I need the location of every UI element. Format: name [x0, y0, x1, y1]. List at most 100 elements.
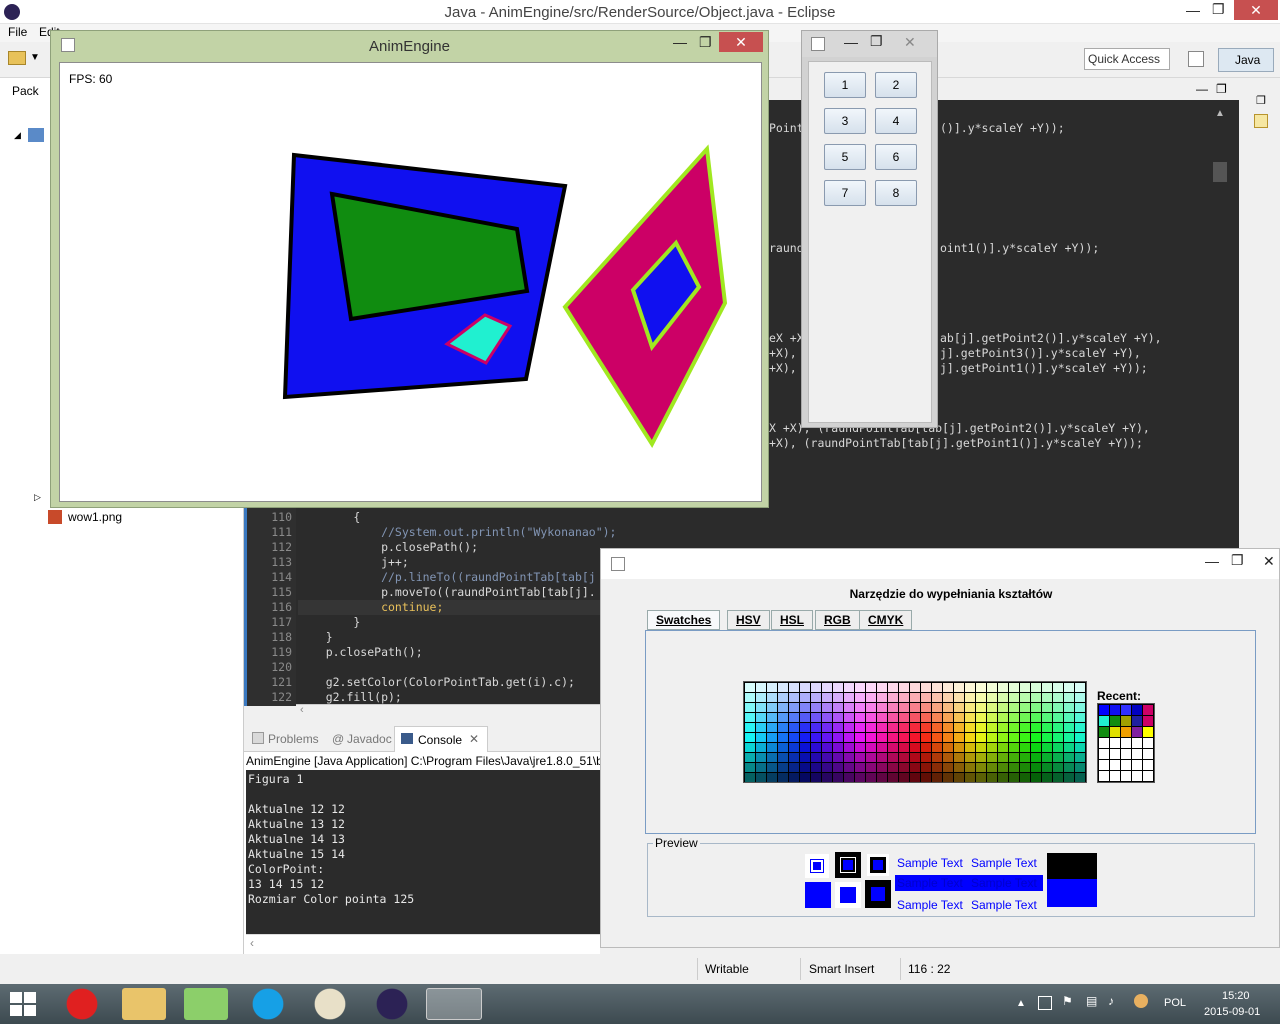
- swatch-cell[interactable]: [833, 753, 843, 762]
- swatch-cell[interactable]: [789, 693, 799, 702]
- swatch-cell[interactable]: [943, 763, 953, 772]
- swatch-cell[interactable]: [778, 763, 788, 772]
- swatch-cell[interactable]: [1075, 773, 1085, 782]
- swatch-cell[interactable]: [921, 763, 931, 772]
- swatch-cell[interactable]: [877, 743, 887, 752]
- swatch-cell[interactable]: [1009, 713, 1019, 722]
- swatch-cell[interactable]: [844, 773, 854, 782]
- swatch-cell[interactable]: [1042, 693, 1052, 702]
- swatch-cell[interactable]: [921, 743, 931, 752]
- swatch-cell[interactable]: [756, 703, 766, 712]
- swatch-cell[interactable]: [756, 693, 766, 702]
- recent-swatch[interactable]: [1132, 771, 1142, 781]
- swatch-cell[interactable]: [855, 773, 865, 782]
- button-7[interactable]: 7: [824, 180, 866, 206]
- swatch-cell[interactable]: [1075, 753, 1085, 762]
- swatch-cell[interactable]: [943, 733, 953, 742]
- recent-swatch[interactable]: [1132, 716, 1142, 726]
- swatch-cell[interactable]: [855, 733, 865, 742]
- swatch-cell[interactable]: [987, 723, 997, 732]
- swatch-cell[interactable]: [789, 723, 799, 732]
- swatch-cell[interactable]: [1042, 733, 1052, 742]
- swatch-cell[interactable]: [844, 743, 854, 752]
- chevron-down-icon[interactable]: ▼: [30, 52, 40, 63]
- swatch-cell[interactable]: [998, 723, 1008, 732]
- button-8[interactable]: 8: [875, 180, 917, 206]
- swatch-cell[interactable]: [745, 773, 755, 782]
- swatch-cell[interactable]: [932, 753, 942, 762]
- maximize-icon[interactable]: ❐: [870, 33, 883, 50]
- swatch-cell[interactable]: [998, 733, 1008, 742]
- recent-swatch[interactable]: [1143, 760, 1153, 770]
- recent-swatch[interactable]: [1099, 771, 1109, 781]
- swatch-cell[interactable]: [899, 703, 909, 712]
- swatch-cell[interactable]: [954, 773, 964, 782]
- swatch-cell[interactable]: [800, 723, 810, 732]
- swatch-cell[interactable]: [1020, 733, 1030, 742]
- swatch-cell[interactable]: [811, 693, 821, 702]
- swatch-cell[interactable]: [965, 733, 975, 742]
- swatch-cell[interactable]: [1042, 713, 1052, 722]
- start-button[interactable]: [8, 990, 38, 1018]
- swatch-cell[interactable]: [976, 733, 986, 742]
- swatch-cell[interactable]: [855, 713, 865, 722]
- swatch-cell[interactable]: [778, 703, 788, 712]
- swatch-cell[interactable]: [1042, 743, 1052, 752]
- recent-swatch[interactable]: [1099, 738, 1109, 748]
- swatch-cell[interactable]: [987, 713, 997, 722]
- swatch-cell[interactable]: [921, 723, 931, 732]
- clock-date[interactable]: 2015-09-01: [1204, 1006, 1260, 1018]
- close-icon[interactable]: ✕: [904, 34, 916, 51]
- recent-swatch[interactable]: [1099, 705, 1109, 715]
- swatch-cell[interactable]: [1020, 723, 1030, 732]
- swatch-cell[interactable]: [833, 743, 843, 752]
- swatch-cell[interactable]: [745, 713, 755, 722]
- swatch-cell[interactable]: [998, 713, 1008, 722]
- swatch-cell[interactable]: [1031, 683, 1041, 692]
- swatch-cell[interactable]: [1020, 703, 1030, 712]
- swatch-cell[interactable]: [954, 753, 964, 762]
- swatch-cell[interactable]: [899, 753, 909, 762]
- swatch-cell[interactable]: [943, 723, 953, 732]
- swatch-cell[interactable]: [756, 733, 766, 742]
- swatch-cell[interactable]: [888, 743, 898, 752]
- swatch-cell[interactable]: [954, 723, 964, 732]
- swatch-cell[interactable]: [767, 733, 777, 742]
- swatch-cell[interactable]: [745, 763, 755, 772]
- swatch-cell[interactable]: [1042, 683, 1052, 692]
- recent-swatch[interactable]: [1132, 738, 1142, 748]
- swatch-cell[interactable]: [932, 723, 942, 732]
- recent-swatch[interactable]: [1132, 749, 1142, 759]
- swatch-cell[interactable]: [1042, 753, 1052, 762]
- minimize-icon[interactable]: —: [673, 34, 687, 50]
- swatch-cell[interactable]: [767, 723, 777, 732]
- swatch-cell[interactable]: [800, 743, 810, 752]
- volume-icon[interactable]: ♪: [1108, 994, 1114, 1008]
- swatch-cell[interactable]: [932, 773, 942, 782]
- swatch-cell[interactable]: [899, 773, 909, 782]
- swatch-cell[interactable]: [899, 693, 909, 702]
- swatch-cell[interactable]: [998, 773, 1008, 782]
- swatch-cell[interactable]: [1009, 743, 1019, 752]
- swatch-cell[interactable]: [767, 753, 777, 762]
- swatch-cell[interactable]: [767, 713, 777, 722]
- swatch-cell[interactable]: [1053, 733, 1063, 742]
- restore-icon[interactable]: ❐: [1256, 94, 1266, 107]
- recent-swatch[interactable]: [1110, 760, 1120, 770]
- tab-hsl[interactable]: HSL: [771, 610, 813, 630]
- swatch-cell[interactable]: [1064, 763, 1074, 772]
- recent-swatch[interactable]: [1143, 749, 1153, 759]
- swatch-cell[interactable]: [1020, 693, 1030, 702]
- swatch-cell[interactable]: [910, 743, 920, 752]
- swatch-cell[interactable]: [822, 733, 832, 742]
- swatch-cell[interactable]: [866, 743, 876, 752]
- swatch-cell[interactable]: [1031, 773, 1041, 782]
- swatch-cell[interactable]: [998, 693, 1008, 702]
- recent-swatch[interactable]: [1099, 749, 1109, 759]
- swatch-cell[interactable]: [756, 743, 766, 752]
- recent-swatch[interactable]: [1110, 738, 1120, 748]
- scroll-thumb[interactable]: [1213, 162, 1227, 182]
- tab-console[interactable]: Console: [418, 733, 462, 747]
- swatch-cell[interactable]: [1031, 723, 1041, 732]
- swatch-cell[interactable]: [943, 713, 953, 722]
